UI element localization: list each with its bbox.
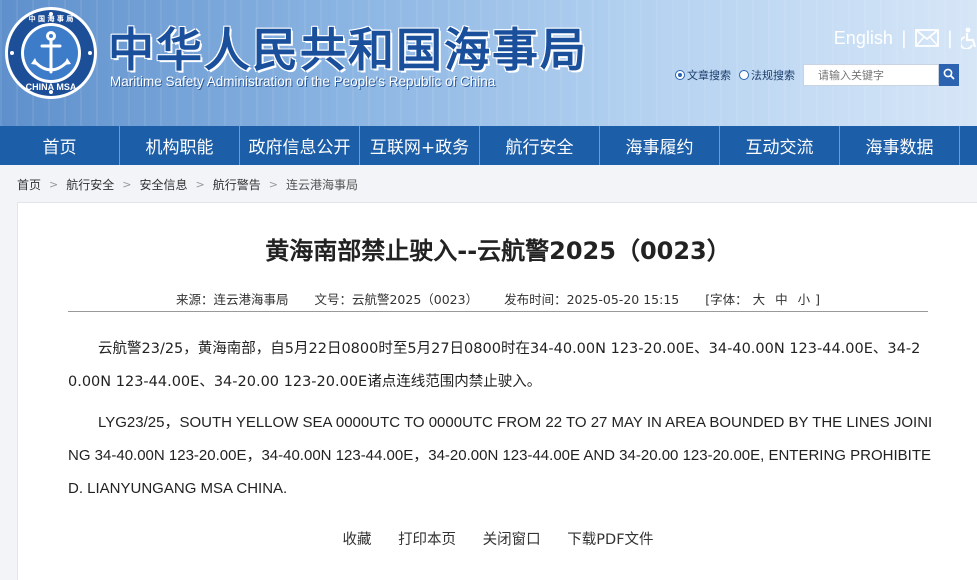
breadcrumb-sep: > bbox=[122, 178, 132, 191]
nav-gov-info[interactable]: 政府信息公开 bbox=[240, 126, 360, 165]
meta-publish-time: 发布时间：2025-05-20 15:15 bbox=[504, 292, 680, 307]
breadcrumb-sep: > bbox=[195, 178, 205, 191]
font-size-close: ] bbox=[815, 292, 821, 307]
download-pdf-button[interactable]: 下载PDF文件 bbox=[567, 532, 653, 548]
radio-label: 法规搜索 bbox=[751, 69, 795, 82]
divider: | bbox=[946, 27, 953, 49]
search-input[interactable] bbox=[803, 64, 939, 86]
top-utility-links: English | | bbox=[834, 26, 977, 50]
search-button[interactable] bbox=[939, 64, 959, 86]
favorite-button[interactable]: 收藏 bbox=[342, 532, 371, 548]
font-medium-button[interactable]: 中 bbox=[775, 292, 788, 307]
breadcrumb: 首页 > 航行安全 > 安全信息 > 航行警告 > 连云港海事局 bbox=[17, 176, 358, 193]
radio-dot[interactable] bbox=[739, 70, 749, 80]
logo-text-bottom: CHINA MSA bbox=[26, 82, 77, 92]
nav-maritime-compliance[interactable]: 海事履约 bbox=[600, 126, 720, 165]
radio-dot[interactable] bbox=[675, 70, 685, 80]
article-title: 黄海南部禁止驶入--云航警2025（0023） bbox=[265, 237, 731, 265]
site-title-en: Maritime Safety Administration of the Pe… bbox=[110, 74, 496, 89]
article-meta: 来源：连云港海事局 文号：云航警2025（0023） 发布时间：2025-05-… bbox=[18, 289, 977, 308]
site-header: 中 国 海 事 局 CHINA MSA 中华人民共和国海事局 Maritime … bbox=[0, 0, 977, 126]
radio-law-search[interactable]: 法规搜索 bbox=[739, 67, 795, 83]
font-size-control: [字体： 大中小] bbox=[705, 292, 820, 307]
print-button[interactable]: 打印本页 bbox=[398, 532, 456, 548]
nav-navigation-safety[interactable]: 航行安全 bbox=[480, 126, 600, 165]
nav-org-functions[interactable]: 机构职能 bbox=[120, 126, 240, 165]
accessibility-icon[interactable] bbox=[961, 27, 977, 49]
font-size-label: [字体： bbox=[705, 292, 748, 307]
breadcrumb-sep: > bbox=[49, 178, 59, 191]
divider: | bbox=[900, 27, 907, 49]
breadcrumb-home[interactable]: 首页 bbox=[17, 176, 41, 193]
article-actions: 收藏 打印本页 关闭窗口 下载PDF文件 bbox=[18, 528, 977, 549]
breadcrumb-navigation-safety[interactable]: 航行安全 bbox=[66, 176, 114, 193]
title-divider bbox=[68, 311, 928, 312]
meta-doc-number: 文号：云航警2025（0023） bbox=[314, 292, 479, 307]
mail-icon[interactable] bbox=[915, 29, 939, 47]
breadcrumb-sep: > bbox=[268, 178, 278, 191]
radio-article-search[interactable]: 文章搜索 bbox=[675, 67, 731, 83]
nav-home[interactable]: 首页 bbox=[0, 126, 120, 165]
breadcrumb-lianyungang-msa[interactable]: 连云港海事局 bbox=[286, 176, 358, 193]
msa-emblem-icon[interactable]: 中 国 海 事 局 CHINA MSA bbox=[4, 6, 98, 100]
radio-label: 文章搜索 bbox=[687, 69, 731, 82]
main-nav: 首页 机构职能 政府信息公开 互联网+政务 航行安全 海事履约 互动交流 海事数… bbox=[0, 126, 977, 165]
breadcrumb-safety-info[interactable]: 安全信息 bbox=[139, 176, 187, 193]
article-body-cn: 云航警23/25，黄海南部，自5月22日0800时至5月27日0800时在34-… bbox=[68, 341, 921, 390]
font-small-button[interactable]: 小 bbox=[798, 292, 811, 307]
search-icon bbox=[943, 68, 955, 83]
site-title-cn: 中华人民共和国海事局 bbox=[108, 23, 588, 77]
font-large-button[interactable]: 大 bbox=[753, 292, 766, 307]
nav-maritime-data[interactable]: 海事数据 bbox=[840, 126, 960, 165]
english-link[interactable]: English bbox=[834, 28, 893, 49]
article-panel: 黄海南部禁止驶入--云航警2025（0023） 来源：连云港海事局 文号：云航警… bbox=[17, 202, 977, 580]
logo-text-top: 中 国 海 事 局 bbox=[29, 14, 74, 23]
meta-source: 来源：连云港海事局 bbox=[175, 292, 289, 307]
article-body-en: LYG23/25，SOUTH YELLOW SEA 0000UTC TO 000… bbox=[68, 414, 933, 497]
nav-interaction[interactable]: 互动交流 bbox=[720, 126, 840, 165]
breadcrumb-nav-warnings[interactable]: 航行警告 bbox=[213, 176, 261, 193]
close-window-button[interactable]: 关闭窗口 bbox=[483, 532, 541, 548]
nav-internet-gov[interactable]: 互联网+政务 bbox=[360, 126, 480, 165]
search-bar: 文章搜索 法规搜索 bbox=[675, 63, 959, 87]
